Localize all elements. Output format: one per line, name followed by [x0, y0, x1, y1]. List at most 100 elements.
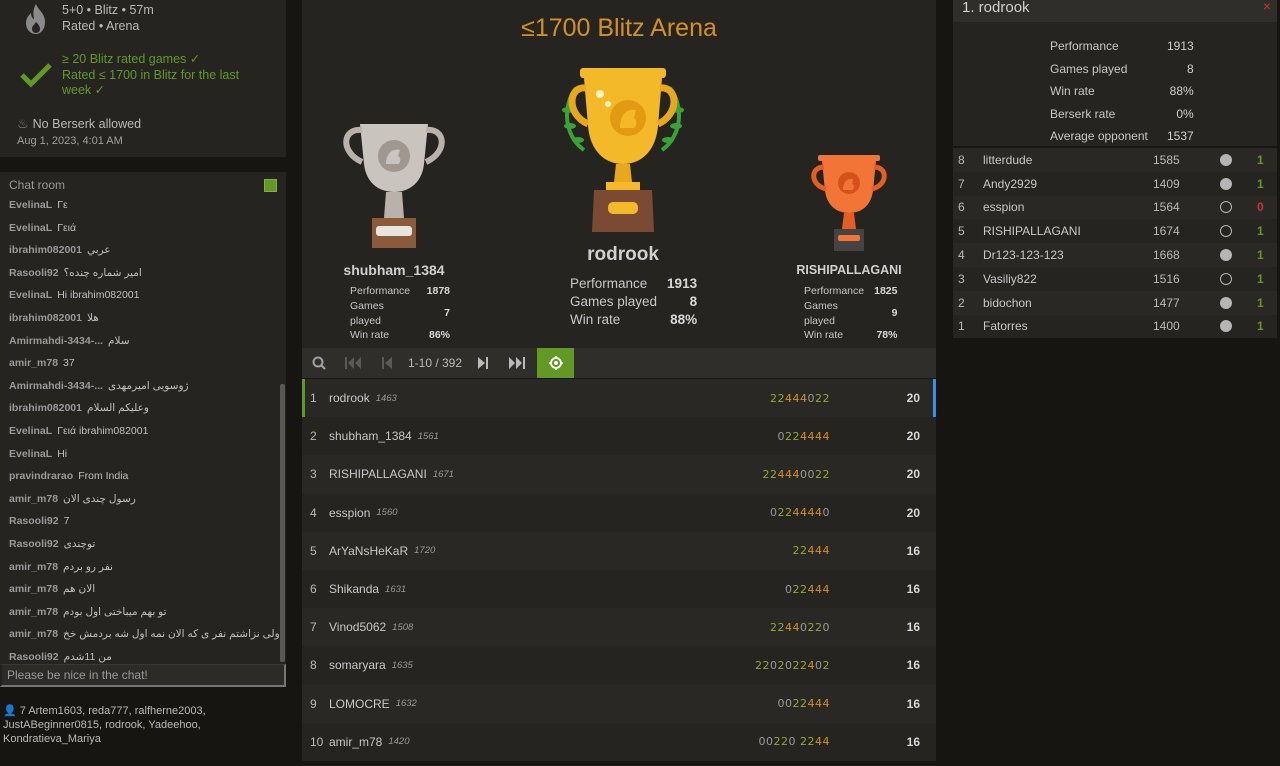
first-stats: Performance 1913 Games played 8 Win rate 88… — [570, 276, 698, 327]
jump-to-me-button[interactable] — [537, 348, 574, 378]
chat-user[interactable]: EvelinaL — [9, 199, 52, 211]
opponent-name[interactable]: Vasiliy822 — [983, 272, 1153, 286]
second-name[interactable]: shubham_1384 — [318, 262, 470, 278]
black-piece-icon — [1220, 201, 1232, 214]
standings-row[interactable]: 8 somaryara 1635 2202022402 16 — [302, 646, 936, 685]
chat-user[interactable]: pravindrarao — [9, 470, 73, 482]
prev-page-button[interactable] — [370, 348, 404, 378]
chat-user[interactable]: ibrahim082001 — [9, 402, 82, 414]
standings-row[interactable]: 4 esspion 1560 02244440 20 — [302, 493, 936, 532]
player-name[interactable]: RISHIPALLAGANI — [328, 467, 427, 481]
chat-user[interactable]: amir_m78 — [9, 606, 58, 618]
chat-user[interactable]: EvelinaL — [9, 289, 52, 301]
game-row[interactable]: 8 litterdude 1585 1 — [953, 148, 1277, 172]
chat-user[interactable]: EvelinaL — [9, 448, 52, 460]
score-sheet: 022444 — [785, 582, 830, 596]
chat-user[interactable]: amir_m78 — [9, 357, 58, 369]
chat-line: amir_m78 ولی نزاشتم نفر ی که الان نمه اول… — [0, 623, 280, 646]
chat-user[interactable]: amir_m78 — [9, 583, 58, 595]
chat-user[interactable]: Rasooli92 — [9, 515, 59, 527]
tournament-title: ≤1700 Blitz Arena — [521, 14, 717, 42]
player-panel-title[interactable]: 1. rodrook — [962, 0, 1030, 16]
game-row[interactable]: 5 RISHIPALLAGANI 1674 1 — [953, 219, 1277, 244]
chat-user[interactable]: amir_m78 — [9, 493, 58, 505]
chat-line: EvelinaL Hi — [0, 443, 280, 466]
player-name[interactable]: ArYaNsHeKaR — [328, 544, 408, 558]
standings-row[interactable]: 2 shubham_1384 1561 0224444 20 — [302, 417, 936, 456]
game-row[interactable]: 1 Fatorres 1400 1 — [953, 314, 1277, 339]
white-piece-icon — [1220, 320, 1232, 333]
standings-row[interactable]: 6 Shikanda 1631 022444 16 — [302, 569, 936, 609]
last-page-button[interactable] — [500, 348, 534, 378]
player-name[interactable]: Shikanda — [328, 582, 379, 596]
opponent-name[interactable]: Andy2929 — [983, 177, 1153, 191]
opponent-name[interactable]: bidochon — [983, 296, 1153, 310]
player-rank: 10 — [310, 734, 324, 749]
player-name[interactable]: somaryara — [328, 658, 386, 672]
player-stat-row: Win rate 88% — [1050, 81, 1194, 102]
standings-row[interactable]: 10 amir_m78 1420 00220 2244 16 — [302, 722, 936, 761]
chat-line: Rasooli92 7 — [0, 510, 280, 533]
standings-row[interactable]: 9 LOMOCRE 1632 0022444 16 — [302, 684, 936, 723]
score-sheet: 2202022402 — [755, 658, 830, 672]
stat-value: 88% — [1169, 84, 1194, 99]
next-page-button[interactable] — [466, 348, 500, 378]
chat-lines[interactable]: EvelinaL Γε EvelinaL Γειά ibrahim082001 عربي R… — [0, 194, 280, 664]
opponent-name[interactable]: Dr123-123-123 — [983, 248, 1153, 262]
spectators-icon: 👤 — [3, 705, 17, 717]
chat-user[interactable]: Rasooli92 — [9, 538, 59, 550]
player-name[interactable]: Vinod5062 — [328, 620, 386, 634]
search-button[interactable] — [302, 348, 336, 378]
third-stats: Performance 1825 Games played 9 Win rate 78… — [804, 285, 898, 342]
chat-line: Rasooli92 توچندی — [0, 533, 280, 556]
first-name[interactable]: rodrook — [528, 244, 718, 266]
game-round: 6 — [958, 200, 965, 215]
player-name[interactable]: LOMOCRE — [328, 697, 390, 711]
standings-row[interactable]: 7 Vinod5062 1508 22440220 16 — [302, 608, 936, 647]
podium-second: shubham_1384 Performance 1878 Games playe… — [338, 118, 450, 341]
player-name[interactable]: shubham_1384 — [328, 429, 412, 443]
player-name[interactable]: amir_m78 — [328, 735, 382, 749]
score-sheet: 02244440 — [770, 506, 830, 520]
chat-message: هلا — [86, 311, 99, 324]
no-berserk-icon: ♨ — [17, 116, 29, 131]
chat-user[interactable]: ibrahim082001 — [9, 312, 82, 324]
game-row[interactable]: 4 Dr123-123-123 1668 1 — [953, 243, 1277, 267]
chat-user[interactable]: amir_m78 — [9, 628, 58, 640]
chat-message: سلام — [107, 334, 130, 347]
opponent-rating: 1668 — [1153, 248, 1180, 263]
game-row[interactable]: 6 esspion 1564 0 — [953, 195, 1277, 220]
player-name[interactable]: rodrook — [328, 391, 370, 405]
player-score: 16 — [906, 658, 920, 673]
chat-user[interactable]: Amirmahdi-3434-... — [9, 335, 103, 347]
chat-user[interactable]: EvelinaL — [9, 222, 52, 234]
chat-user[interactable]: amir_m78 — [9, 561, 58, 573]
chat-user[interactable]: Rasooli92 — [9, 651, 59, 663]
opponent-name[interactable]: esspion — [983, 200, 1153, 214]
player-score: 20 — [906, 467, 920, 482]
opponent-name[interactable]: RISHIPALLAGANI — [983, 224, 1153, 238]
chat-user[interactable]: Amirmahdi-3434-... — [9, 380, 103, 392]
game-row[interactable]: 7 Andy2929 1409 1 — [953, 171, 1277, 196]
opponent-name[interactable]: Fatorres — [983, 319, 1153, 333]
chat-toggle-checkbox[interactable] — [264, 179, 277, 192]
berserk-row: ♨ No Berserk allowed — [17, 116, 141, 132]
chat-user[interactable]: ibrahim082001 — [9, 244, 82, 256]
chat-input[interactable] — [0, 664, 286, 687]
first-page-button[interactable] — [336, 348, 370, 378]
standings-row[interactable]: 5 ArYaNsHeKaR 1720 22444 16 — [302, 531, 936, 570]
third-name[interactable]: RISHIPALLAGANI — [784, 263, 914, 277]
opponent-name[interactable]: litterdude — [983, 153, 1153, 167]
chat-message: 7 — [63, 515, 70, 528]
condition-rating: Rated ≤ 1700 in Blitz for the last week … — [62, 67, 240, 98]
game-row[interactable]: 2 bidochon 1477 1 — [953, 290, 1277, 315]
player-name[interactable]: esspion — [328, 506, 370, 520]
game-row[interactable]: 3 Vasiliy822 1516 1 — [953, 266, 1277, 291]
chat-user[interactable]: Rasooli92 — [9, 267, 59, 279]
standings-row[interactable]: 1 rodrook 1463 22444022 20 — [302, 379, 936, 418]
chat-scrollbar[interactable] — [280, 384, 285, 662]
chat-line: amir_m78 نفر رو بردم — [0, 556, 280, 579]
standings-row[interactable]: 3 RISHIPALLAGANI 1671 224440022 20 — [302, 455, 936, 494]
close-icon[interactable]: × — [1263, 0, 1271, 14]
chat-user[interactable]: EvelinaL — [9, 425, 52, 437]
